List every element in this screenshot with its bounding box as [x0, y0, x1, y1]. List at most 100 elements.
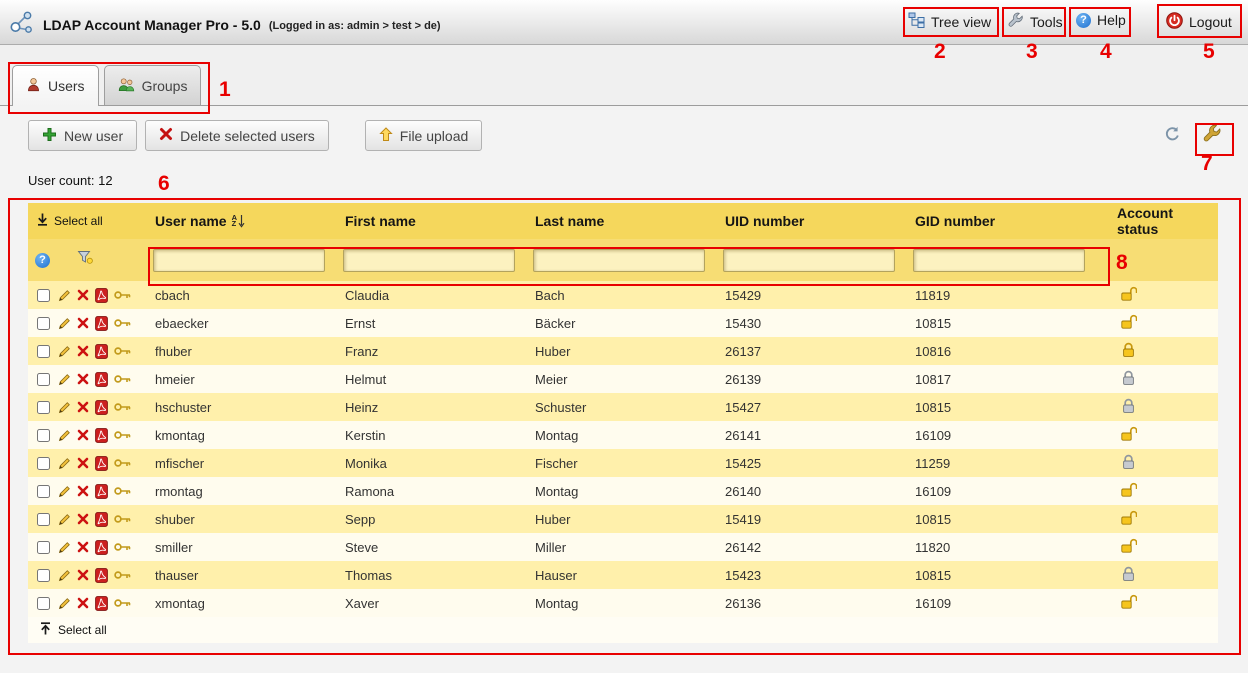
row-select-checkbox[interactable]: [37, 485, 50, 498]
row-delete-icon[interactable]: [77, 429, 89, 441]
filter-uid-number-input[interactable]: [723, 249, 895, 272]
logout-button[interactable]: Logout: [1166, 12, 1232, 32]
cell-user-name[interactable]: cbach: [153, 281, 343, 309]
tree-view-label: Tree view: [931, 14, 991, 30]
pdf-export-icon[interactable]: [95, 316, 108, 331]
edit-pencil-icon[interactable]: [58, 317, 71, 330]
cell-user-name[interactable]: hmeier: [153, 365, 343, 393]
pdf-export-icon[interactable]: [95, 288, 108, 303]
row-delete-icon[interactable]: [77, 569, 89, 581]
cell-user-name[interactable]: xmontag: [153, 589, 343, 617]
row-select-checkbox[interactable]: [37, 597, 50, 610]
filter-help-icon[interactable]: ?: [35, 253, 50, 268]
cell-user-name[interactable]: shuber: [153, 505, 343, 533]
cell-user-name[interactable]: hschuster: [153, 393, 343, 421]
cell-user-name[interactable]: mfischer: [153, 449, 343, 477]
column-header-first-name[interactable]: First name: [343, 203, 533, 239]
row-select-checkbox[interactable]: [37, 317, 50, 330]
edit-pencil-icon[interactable]: [58, 289, 71, 302]
sort-az-icon[interactable]: A Z: [232, 214, 245, 228]
password-key-icon[interactable]: [114, 542, 131, 552]
password-key-icon[interactable]: [114, 430, 131, 440]
file-upload-button[interactable]: File upload: [365, 120, 483, 151]
password-key-icon[interactable]: [114, 290, 131, 300]
edit-pencil-icon[interactable]: [58, 541, 71, 554]
row-select-checkbox[interactable]: [37, 401, 50, 414]
password-key-icon[interactable]: [114, 486, 131, 496]
row-delete-icon[interactable]: [77, 373, 89, 385]
pdf-export-icon[interactable]: [95, 428, 108, 443]
cell-user-name[interactable]: thauser: [153, 561, 343, 589]
password-key-icon[interactable]: [114, 458, 131, 468]
row-delete-icon[interactable]: [77, 457, 89, 469]
tab-groups[interactable]: Groups: [104, 65, 202, 105]
tree-view-button[interactable]: Tree view: [908, 12, 991, 31]
edit-pencil-icon[interactable]: [58, 597, 71, 610]
cell-user-name[interactable]: ebaecker: [153, 309, 343, 337]
row-select-checkbox[interactable]: [37, 541, 50, 554]
edit-pencil-icon[interactable]: [58, 485, 71, 498]
edit-pencil-icon[interactable]: [58, 513, 71, 526]
pdf-export-icon[interactable]: [95, 568, 108, 583]
row-delete-icon[interactable]: [77, 541, 89, 553]
delete-selected-users-button[interactable]: Delete selected users: [145, 120, 329, 151]
row-delete-icon[interactable]: [77, 317, 89, 329]
row-select-checkbox[interactable]: [37, 513, 50, 526]
edit-pencil-icon[interactable]: [58, 401, 71, 414]
filter-funnel-icon[interactable]: [77, 250, 93, 270]
edit-pencil-icon[interactable]: [58, 373, 71, 386]
pdf-export-icon[interactable]: [95, 596, 108, 611]
filter-user-name-input[interactable]: [153, 249, 325, 272]
cell-user-name[interactable]: smiller: [153, 533, 343, 561]
password-key-icon[interactable]: [114, 570, 131, 580]
pdf-export-icon[interactable]: [95, 512, 108, 527]
pdf-export-icon[interactable]: [95, 540, 108, 555]
edit-pencil-icon[interactable]: [58, 345, 71, 358]
pdf-export-icon[interactable]: [95, 372, 108, 387]
password-key-icon[interactable]: [114, 598, 131, 608]
column-header-user-name[interactable]: User name A Z: [153, 203, 343, 239]
select-all-bottom[interactable]: Select all: [28, 617, 1218, 643]
new-user-button[interactable]: New user: [28, 120, 137, 151]
row-select-checkbox[interactable]: [37, 345, 50, 358]
tab-users[interactable]: Users: [12, 65, 99, 106]
column-header-last-name[interactable]: Last name: [533, 203, 723, 239]
row-delete-icon[interactable]: [77, 485, 89, 497]
cell-user-name[interactable]: rmontag: [153, 477, 343, 505]
row-select-checkbox[interactable]: [37, 569, 50, 582]
row-delete-icon[interactable]: [77, 289, 89, 301]
refresh-icon[interactable]: [1164, 126, 1181, 142]
row-select-checkbox[interactable]: [37, 457, 50, 470]
pdf-export-icon[interactable]: [95, 400, 108, 415]
password-key-icon[interactable]: [114, 514, 131, 524]
edit-pencil-icon[interactable]: [58, 569, 71, 582]
password-key-icon[interactable]: [114, 346, 131, 356]
cell-user-name[interactable]: fhuber: [153, 337, 343, 365]
password-key-icon[interactable]: [114, 402, 131, 412]
edit-pencil-icon[interactable]: [58, 457, 71, 470]
select-all-top[interactable]: Select all: [30, 213, 103, 229]
column-header-gid-number[interactable]: GID number: [913, 203, 1103, 239]
pdf-export-icon[interactable]: [95, 484, 108, 499]
filter-first-name-input[interactable]: [343, 249, 515, 272]
row-select-checkbox[interactable]: [37, 373, 50, 386]
pdf-export-icon[interactable]: [95, 456, 108, 471]
filter-last-name-input[interactable]: [533, 249, 705, 272]
password-key-icon[interactable]: [114, 318, 131, 328]
cell-user-name[interactable]: kmontag: [153, 421, 343, 449]
password-key-icon[interactable]: [114, 374, 131, 384]
pdf-export-icon[interactable]: [95, 344, 108, 359]
row-delete-icon[interactable]: [77, 597, 89, 609]
row-delete-icon[interactable]: [77, 345, 89, 357]
row-delete-icon[interactable]: [77, 513, 89, 525]
row-select-checkbox[interactable]: [37, 289, 50, 302]
tools-button[interactable]: Tools: [1008, 12, 1063, 31]
column-header-uid-number[interactable]: UID number: [723, 203, 913, 239]
settings-wrench-icon[interactable]: [1203, 124, 1222, 143]
help-button[interactable]: ? Help: [1076, 12, 1126, 28]
filter-gid-number-input[interactable]: [913, 249, 1085, 272]
row-select-checkbox[interactable]: [37, 429, 50, 442]
edit-pencil-icon[interactable]: [58, 429, 71, 442]
row-delete-icon[interactable]: [77, 401, 89, 413]
column-header-account-status[interactable]: Account status: [1103, 203, 1218, 239]
